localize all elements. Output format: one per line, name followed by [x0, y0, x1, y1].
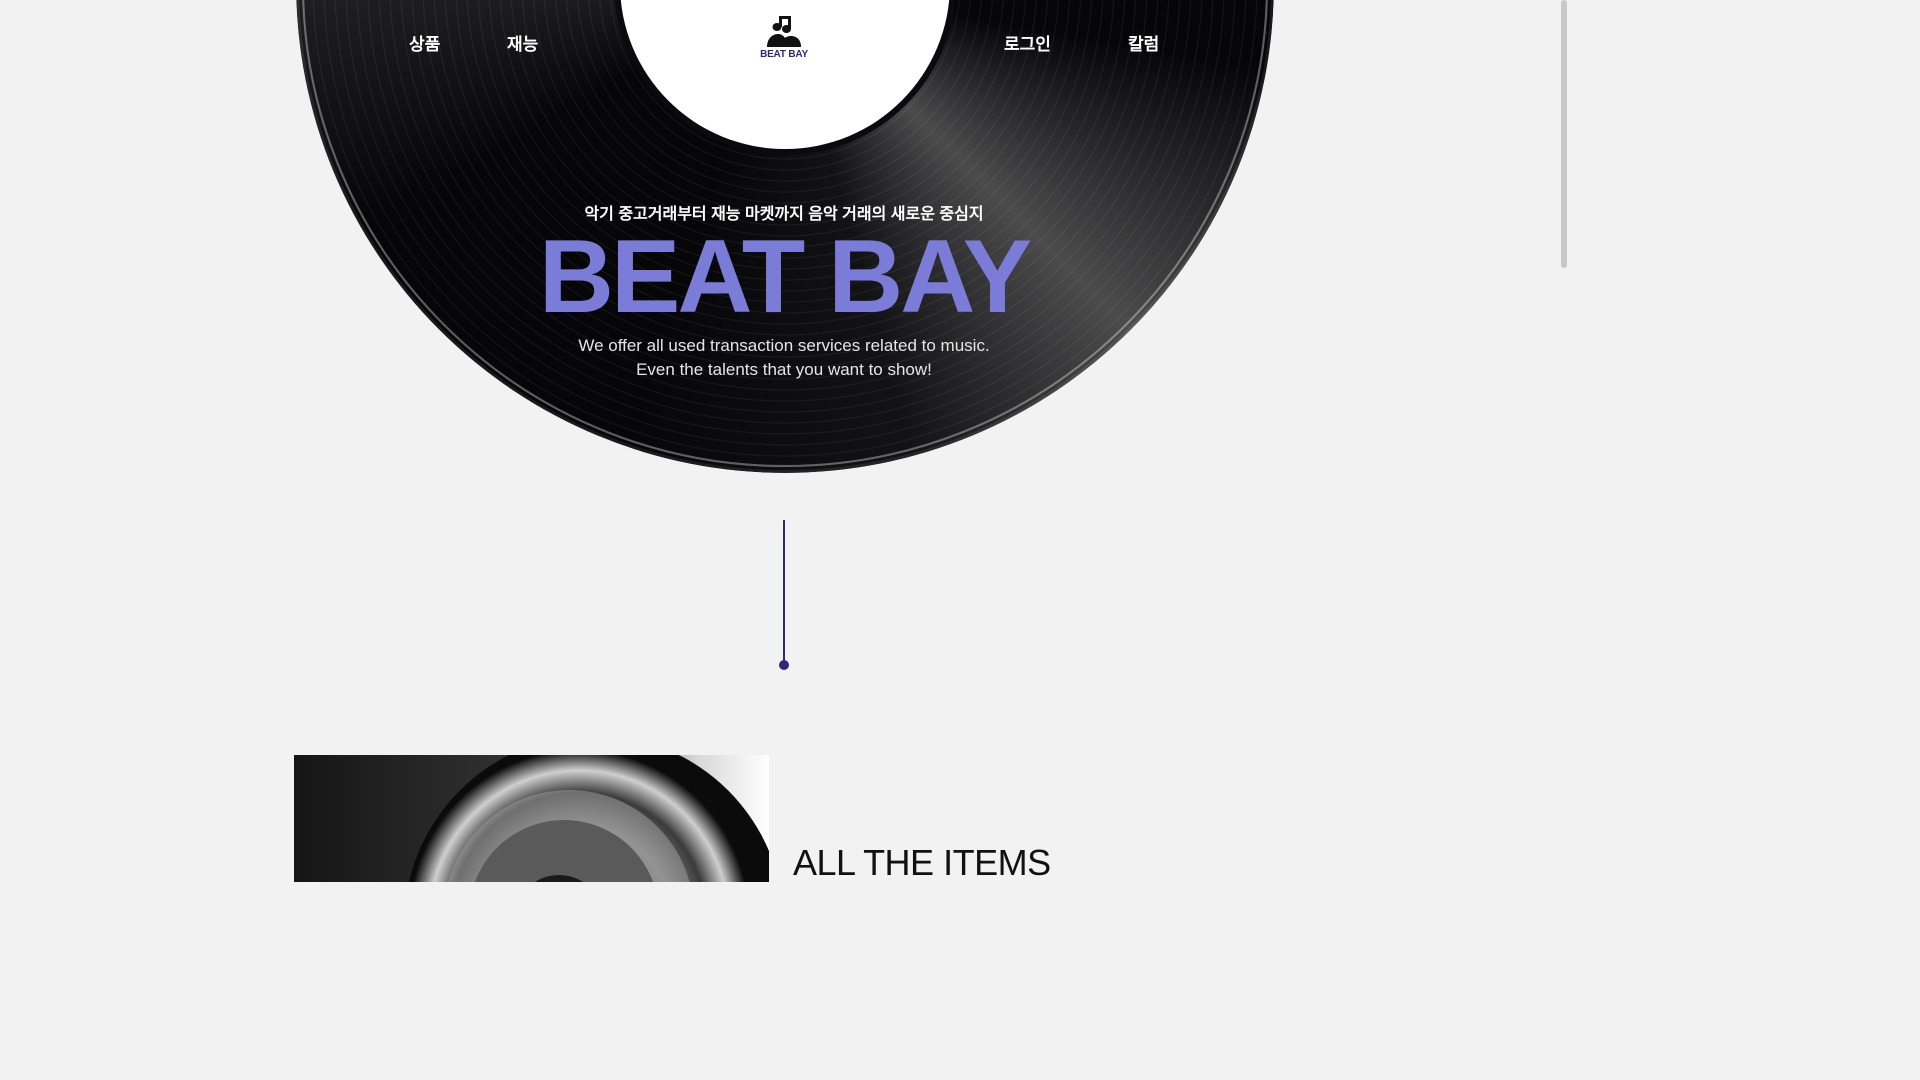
logo-text: BEAT BAY	[760, 49, 808, 60]
vertical-scrollbar[interactable]	[1560, 0, 1568, 882]
speaker-image	[294, 755, 769, 882]
nav-talents-link[interactable]: 재능	[507, 30, 538, 55]
scroll-indicator-dot	[779, 660, 789, 670]
scrollbar-thumb[interactable]	[1561, 0, 1567, 268]
page: 상품 재능 BEAT BAY 로그인 칼럼 악기 중고거래부터 재능 마켓까지 …	[0, 0, 1568, 882]
hero-description-line-2: Even the talents that you want to show!	[636, 360, 932, 379]
hero-description-line-1: We offer all used transaction services r…	[578, 336, 990, 355]
hero-title: BEAT BAY	[538, 219, 1032, 335]
music-note-people-icon	[740, 14, 828, 48]
nav-column-link[interactable]: 칼럼	[1128, 30, 1159, 55]
section-title-all-items: ALL THE ITEMS	[793, 842, 1051, 882]
nav-login-link[interactable]: 로그인	[1004, 30, 1051, 55]
nav-products-link[interactable]: 상품	[409, 30, 440, 55]
scroll-indicator-line	[783, 520, 785, 665]
site-logo[interactable]: BEAT BAY	[740, 14, 828, 60]
hero-description: We offer all used transaction services r…	[0, 334, 1568, 382]
